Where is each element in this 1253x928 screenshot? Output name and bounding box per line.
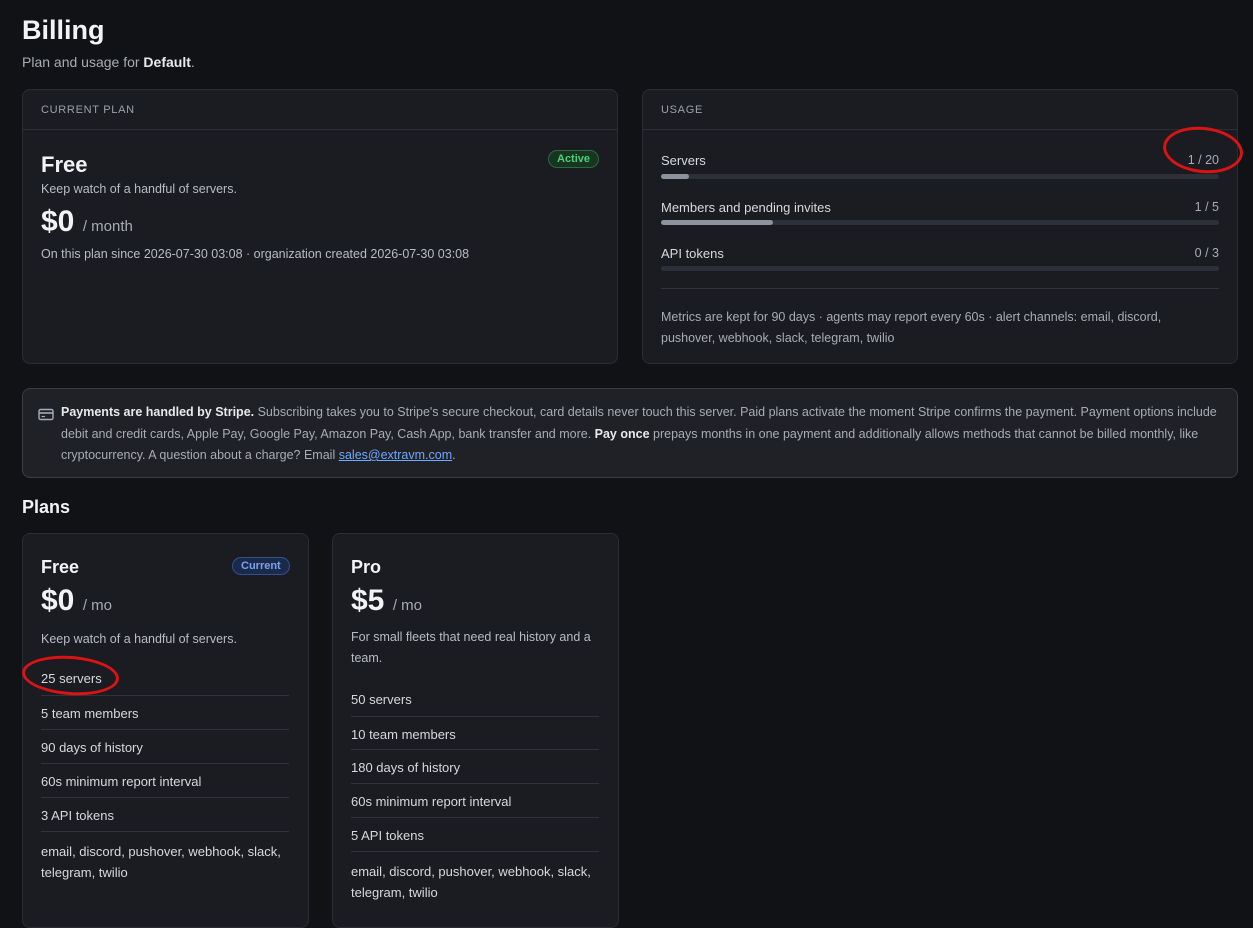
plan-name: Free bbox=[41, 557, 80, 577]
plan-period: / mo bbox=[82, 597, 113, 614]
current-plan-price-row: $0 / month bbox=[41, 205, 133, 239]
current-plan-price: $0 bbox=[41, 205, 75, 238]
plan-card-pro: Pro $5 / mo For small fleets that need r… bbox=[332, 533, 619, 928]
usage-value-servers: 1 / 20 bbox=[1187, 153, 1219, 167]
current-plan-period: / month bbox=[82, 218, 133, 235]
pay-once-label: Pay once bbox=[594, 426, 650, 441]
plan-feature: 5 team members bbox=[41, 695, 289, 721]
status-badge: Active bbox=[548, 150, 600, 168]
usage-label-members: Members and pending invites bbox=[661, 200, 831, 215]
current-plan-name: Free bbox=[41, 152, 88, 177]
plan-since-text: On this plan since 2026-07-30 03:08 · or… bbox=[41, 247, 470, 261]
plan-feature: email, discord, pushover, webhook, slack… bbox=[351, 851, 599, 903]
subtitle-suffix: . bbox=[190, 54, 195, 70]
usage-label-api-tokens: API tokens bbox=[661, 246, 724, 261]
plan-feature: 180 days of history bbox=[351, 749, 599, 775]
plan-feature: 50 servers bbox=[351, 692, 412, 707]
payment-notice-text: Payments are handled by Stripe. Subscrib… bbox=[61, 402, 1226, 467]
plan-feature: 60s minimum report interval bbox=[41, 763, 289, 789]
plan-card-free: Free Current $0 / mo Keep watch of a han… bbox=[22, 533, 309, 928]
payment-notice: Payments are handled by Stripe. Subscrib… bbox=[22, 388, 1238, 478]
current-plan-description: Keep watch of a handful of servers. bbox=[41, 182, 237, 196]
current-plan-section-label: CURRENT PLAN bbox=[23, 90, 617, 130]
usage-bar-servers bbox=[661, 174, 1219, 179]
plan-price: $0 bbox=[41, 584, 75, 617]
subtitle-prefix: Plan and usage for bbox=[22, 54, 144, 70]
plan-price-row: $0 / mo bbox=[41, 584, 112, 618]
plan-price: $5 bbox=[351, 584, 385, 617]
plan-description: For small fleets that need real history … bbox=[351, 630, 591, 665]
plan-feature: 90 days of history bbox=[41, 729, 289, 755]
current-plan-card: CURRENT PLAN Free Active Keep watch of a… bbox=[22, 89, 618, 364]
plan-feature: 25 servers bbox=[41, 671, 102, 686]
plan-period: / mo bbox=[392, 597, 423, 614]
usage-bar-members bbox=[661, 220, 1219, 225]
page-subtitle: Plan and usage for Default. bbox=[22, 54, 195, 70]
usage-bar-api-tokens bbox=[661, 266, 1219, 271]
usage-label-servers: Servers bbox=[661, 153, 706, 168]
plan-feature: 5 API tokens bbox=[351, 817, 599, 843]
usage-note: Metrics are kept for 90 days · agents ma… bbox=[661, 310, 1162, 345]
plan-feature: 60s minimum report interval bbox=[351, 783, 599, 809]
plan-feature: 3 API tokens bbox=[41, 797, 289, 823]
payment-lead: Payments are handled by Stripe. bbox=[61, 405, 255, 419]
credit-card-icon bbox=[38, 408, 54, 426]
usage-value-api-tokens: 0 / 3 bbox=[1194, 246, 1219, 260]
usage-divider bbox=[661, 288, 1219, 289]
payment-text-3: . bbox=[452, 448, 456, 462]
usage-card: USAGE Servers 1 / 20 Members and pending… bbox=[642, 89, 1238, 364]
current-badge: Current bbox=[232, 557, 290, 575]
plan-feature: 10 team members bbox=[351, 716, 599, 742]
sales-email-link[interactable]: sales@extravm.com bbox=[339, 448, 452, 462]
plan-price-row: $5 / mo bbox=[351, 584, 422, 618]
usage-section-label: USAGE bbox=[643, 90, 1237, 130]
plan-description: Keep watch of a handful of servers. bbox=[41, 632, 237, 646]
usage-bar-fill bbox=[661, 220, 773, 225]
plan-feature: email, discord, pushover, webhook, slack… bbox=[41, 831, 289, 883]
usage-value-members: 1 / 5 bbox=[1194, 200, 1219, 214]
usage-bar-fill bbox=[661, 174, 689, 179]
org-name: Default bbox=[143, 54, 191, 70]
page-title: Billing bbox=[22, 15, 105, 45]
plan-name: Pro bbox=[351, 557, 382, 577]
plans-heading: Plans bbox=[22, 497, 71, 517]
